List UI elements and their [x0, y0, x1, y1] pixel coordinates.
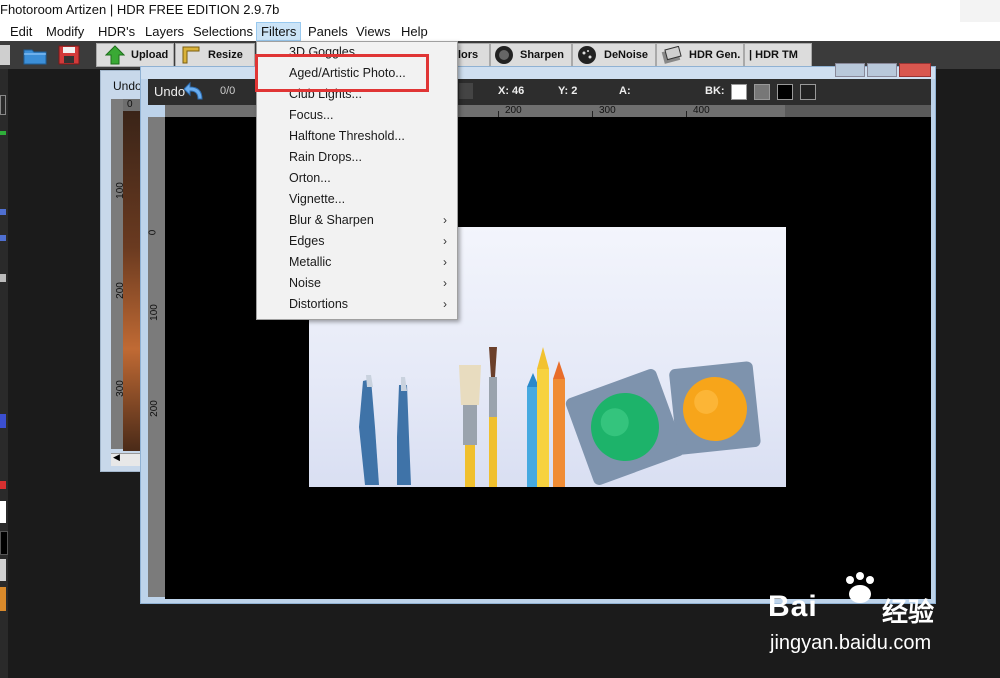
maximize-button[interactable] [867, 63, 897, 77]
back-undo-label: Undo [113, 79, 142, 93]
upload-button[interactable]: Upload [96, 43, 174, 67]
window-controls[interactable] [960, 0, 1000, 22]
new-file-icon[interactable] [0, 45, 10, 65]
bk-label: BK: [705, 85, 725, 97]
chevron-right-icon: › [443, 234, 447, 248]
menu-hdrs[interactable]: HDR's [94, 23, 139, 40]
paw-icon [846, 572, 874, 603]
minimize-button[interactable] [835, 63, 865, 77]
menu-item-distortions[interactable]: Distortions › [257, 294, 457, 315]
menu-item-rain-drops[interactable]: Rain Drops... [257, 147, 457, 168]
coord-y: Y: 2 [558, 85, 578, 97]
undo-counter: 0/0 [220, 85, 236, 97]
menu-bar: Edit Modify HDR's Layers Selections Filt… [0, 22, 1000, 42]
save-icon[interactable] [57, 44, 81, 66]
denoise-icon [578, 46, 596, 64]
bk-swatch-white[interactable] [731, 84, 747, 100]
undo-arrow-icon[interactable] [184, 81, 208, 103]
sharpen-icon [495, 46, 513, 64]
watermark-brand: Bai [768, 590, 818, 623]
resize-button[interactable]: Resize [175, 43, 255, 67]
watermark-brand-cn: 经验 [882, 597, 935, 627]
watermark-url: jingyan.baidu.com [770, 632, 932, 654]
bk-swatch-gray[interactable] [754, 84, 770, 100]
bk-swatch-dark[interactable] [800, 84, 816, 100]
tool-strip [0, 69, 8, 678]
baidu-watermark: Bai 经验 jingyan.baidu.com [768, 572, 998, 672]
menu-item-focus[interactable]: Focus... [257, 105, 457, 126]
tool-indicator-icon[interactable] [0, 131, 6, 135]
pen-tool-icon[interactable] [0, 235, 6, 241]
chevron-right-icon: › [443, 276, 447, 290]
fill-tool-icon[interactable] [0, 414, 6, 428]
hdr-gen-icon [661, 46, 682, 64]
ruler-left: 0 100 200 [147, 117, 165, 597]
stamp-tool-icon[interactable] [0, 274, 6, 282]
close-button[interactable] [899, 63, 931, 77]
menu-views[interactable]: Views [352, 23, 394, 40]
menu-item-edges[interactable]: Edges › [257, 231, 457, 252]
open-folder-icon[interactable] [22, 44, 48, 66]
chevron-right-icon: › [443, 297, 447, 311]
menu-help[interactable]: Help [397, 23, 432, 40]
chevron-right-icon: › [443, 213, 447, 227]
menu-layers[interactable]: Layers [141, 23, 188, 40]
alpha-readout: A: [619, 85, 631, 97]
bk-swatch-black[interactable] [777, 84, 793, 100]
back-ruler-left: 100 200 300 [111, 99, 126, 449]
menu-item-noise[interactable]: Noise › [257, 273, 457, 294]
hdr-tm-button[interactable]: | HDR TM [744, 43, 812, 67]
swatch-orange[interactable] [0, 587, 6, 611]
upload-arrow-icon [105, 45, 125, 65]
crop-icon[interactable] [459, 83, 473, 99]
select-tool-icon[interactable] [0, 95, 6, 115]
color-tool-icon[interactable] [0, 481, 6, 489]
brush-tool-icon[interactable] [0, 209, 6, 215]
undo-label[interactable]: Undo [154, 84, 185, 99]
sharpen-button[interactable]: Sharpen [490, 43, 572, 67]
annotation-highlight-box [255, 54, 429, 92]
foreground-color-swatch[interactable] [0, 501, 6, 523]
resize-icon [182, 46, 200, 64]
menu-edit[interactable]: Edit [6, 23, 36, 40]
menu-item-orton[interactable]: Orton... [257, 168, 457, 189]
menu-item-vignette[interactable]: Vignette... [257, 189, 457, 210]
menu-item-metallic[interactable]: Metallic › [257, 252, 457, 273]
chevron-right-icon: › [443, 255, 447, 269]
swatch-gray[interactable] [0, 559, 6, 581]
menu-modify[interactable]: Modify [42, 23, 88, 40]
menu-item-blur-sharpen[interactable]: Blur & Sharpen › [257, 210, 457, 231]
menu-filters[interactable]: Filters [256, 22, 302, 41]
scroll-left-icon[interactable]: ◀ [113, 452, 120, 463]
hdr-gen-button[interactable]: HDR Gen. [656, 43, 744, 67]
denoise-button[interactable]: DeNoise [572, 43, 656, 67]
menu-selections[interactable]: Selections [189, 23, 257, 40]
coord-x: X: 46 [498, 85, 525, 97]
title-bar: Fhotoroom Artizen | HDR FREE EDITION 2.9… [0, 0, 1000, 22]
menu-panels[interactable]: Panels [304, 23, 352, 40]
background-color-swatch[interactable] [0, 531, 8, 555]
window-title: Fhotoroom Artizen | HDR FREE EDITION 2.9… [0, 2, 280, 17]
menu-item-halftone-threshold[interactable]: Halftone Threshold... [257, 126, 457, 147]
